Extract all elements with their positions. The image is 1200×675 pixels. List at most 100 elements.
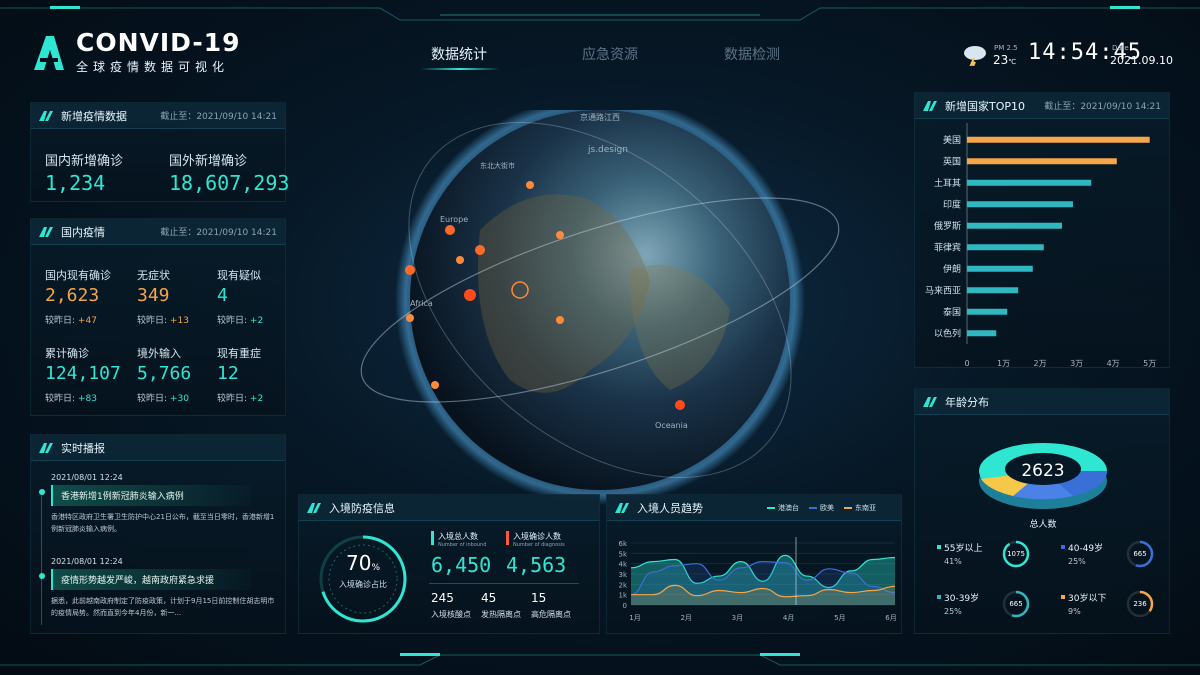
panel-logo-icon bbox=[39, 226, 53, 237]
age-group-label: 30岁以下 bbox=[1068, 594, 1107, 604]
panel-new-cases: 新增疫情数据 截止至：2021/09/10 14:21 国内新增确诊 1,234… bbox=[30, 102, 289, 202]
age-group-pct: 41% bbox=[944, 557, 962, 566]
nav-emergency[interactable]: 应急资源 bbox=[582, 44, 638, 64]
point-label: 发热隔离点 bbox=[481, 610, 521, 619]
logo: CONVID-19 全球疫情数据可视化 bbox=[32, 30, 241, 75]
age-group-value: 1075 bbox=[1007, 550, 1025, 558]
bar-印度[interactable] bbox=[967, 201, 1073, 208]
panel-logo-icon bbox=[39, 442, 53, 453]
x-tick-label: 3月 bbox=[732, 614, 743, 622]
panel-logo-icon bbox=[923, 396, 937, 407]
bar-category-label: 英国 bbox=[943, 155, 961, 167]
panel-title: 实时播报 bbox=[61, 441, 105, 455]
stat-label: 现有疑似 bbox=[217, 269, 261, 282]
bar-category-label: 伊朗 bbox=[943, 263, 961, 275]
pm-label: PM 2.5 bbox=[994, 44, 1018, 52]
y-tick-label: 1k bbox=[618, 592, 627, 600]
stat-delta: 较昨日: +30 bbox=[137, 394, 189, 404]
bar-俄罗斯[interactable] bbox=[967, 222, 1062, 229]
gauge-value-wrap: 70% bbox=[317, 551, 409, 575]
stat-delta: 较昨日: +83 bbox=[45, 394, 97, 404]
age-total-label: 总人数 bbox=[1029, 520, 1057, 530]
bar-英国[interactable] bbox=[967, 158, 1117, 165]
panel-top10: 新增国家TOP10 截止至：2021/09/10 14:21 美国 英国 土耳其 印度… bbox=[914, 92, 1170, 368]
globe-label-1: 京通路江西 bbox=[580, 112, 620, 122]
stat-value: 5,766 bbox=[137, 363, 192, 384]
footer-frame bbox=[0, 653, 1200, 666]
news-dot bbox=[39, 489, 45, 495]
stat-value: 12 bbox=[217, 363, 239, 384]
y-tick-label: 2k bbox=[618, 581, 627, 589]
panel-title: 国内疫情 bbox=[61, 225, 105, 239]
weather-storm-icon bbox=[964, 46, 986, 66]
news-headline[interactable]: 香港新增1例新冠肺炎输入病例 bbox=[51, 485, 251, 506]
stat-delta: 较昨日: +47 bbox=[45, 316, 97, 326]
total-marker bbox=[431, 531, 434, 545]
inbound-confirmed-value: 4,563 bbox=[506, 553, 567, 577]
clock-date: 2021.09.10 bbox=[1110, 54, 1173, 67]
x-tick-label: 6月 bbox=[885, 614, 896, 622]
y-tick-label: 6k bbox=[618, 540, 627, 548]
panel-header: 年龄分布 bbox=[915, 389, 1169, 415]
legend-item-sea[interactable]: 东南亚 bbox=[844, 503, 876, 513]
bar-category-label: 马来西亚 bbox=[925, 285, 961, 296]
stat-value: 124,107 bbox=[45, 363, 121, 384]
age-group-label: 55岁以上 bbox=[944, 544, 983, 554]
age-group-value: 665 bbox=[1009, 600, 1023, 608]
news-time: 2021/08/01 12:24 bbox=[51, 557, 123, 566]
trend-chart: 0 1k 2k 3k 4k 5k 6k 1月 2月 3月 4月 5月 6月 bbox=[618, 537, 897, 622]
bar-category-label: 土耳其 bbox=[934, 177, 961, 189]
bar-土耳其[interactable] bbox=[967, 179, 1092, 186]
panel-trend: 入境人员趋势 港澳台 欧美 东南亚 0 1k 2k 3k 4k 5k 6k 1月 2月 3月 4月 5… bbox=[606, 494, 902, 634]
inbound-confirmed-label: 入境确诊人数 bbox=[513, 532, 561, 541]
bar-category-label: 以色列 bbox=[934, 327, 961, 339]
y-tick-label: 3k bbox=[618, 571, 627, 579]
foreign-new-label: 国外新增确诊 bbox=[169, 154, 248, 169]
legend-item-eu-us[interactable]: 欧美 bbox=[809, 503, 834, 513]
bar-美国[interactable] bbox=[967, 136, 1150, 143]
age-group-value: 665 bbox=[1133, 550, 1147, 558]
bar-菲律宾[interactable] bbox=[967, 244, 1044, 251]
globe-label-4: Europe bbox=[440, 215, 468, 224]
globe-label-6: Oceania bbox=[655, 421, 688, 430]
panel-domestic: 国内疫情 截止至：2021/09/10 14:21 国内现有确诊 2,623 较昨日… bbox=[30, 218, 286, 416]
nav-data-detection[interactable]: 数据检测 bbox=[724, 44, 780, 64]
stat-label: 境外输入 bbox=[137, 347, 181, 360]
age-total-value: 2623 bbox=[1021, 461, 1065, 481]
divider bbox=[429, 583, 579, 584]
age-group-pct: 9% bbox=[1068, 607, 1081, 616]
inbound-total-en: Number of inbound bbox=[438, 542, 487, 548]
inbound-total-label: 入境总人数 bbox=[438, 532, 478, 541]
point-value: 245 bbox=[431, 591, 454, 605]
panel-header: 国内疫情 截止至：2021/09/10 14:21 bbox=[31, 219, 285, 245]
panel-logo-icon bbox=[307, 502, 321, 513]
bar-以色列[interactable] bbox=[967, 330, 997, 337]
panel-header: 新增疫情数据 截止至：2021/09/10 14:21 bbox=[31, 103, 285, 129]
inbound-confirmed-en: Number of diagnosis bbox=[513, 542, 565, 548]
panel-title: 入境防疫信息 bbox=[329, 501, 395, 515]
legend-item-hmt[interactable]: 港澳台 bbox=[767, 503, 799, 513]
age-group-pct: 25% bbox=[1068, 557, 1086, 566]
x-tick-label: 1万 bbox=[997, 359, 1010, 367]
bar-泰国[interactable] bbox=[967, 308, 1008, 315]
news-dot bbox=[39, 573, 45, 579]
bar-马来西亚[interactable] bbox=[967, 287, 1019, 294]
diagnosis-marker bbox=[506, 531, 509, 545]
nav-active-indicator bbox=[420, 68, 500, 70]
inbound-total-value: 6,450 bbox=[431, 553, 492, 577]
top10-chart: 美国英国土耳其印度俄罗斯菲律宾伊朗马来西亚泰国以色列 0 1万 2万 3万 4万 5万 bbox=[925, 123, 1156, 367]
globe-visual: 京通路江西 js.design 东北大街市 Europe Africa Ocea… bbox=[360, 110, 840, 505]
news-headline[interactable]: 疫情形势越发严峻，越南政府紧急求援 bbox=[51, 569, 251, 590]
bar-伊朗[interactable] bbox=[967, 265, 1033, 272]
bar-category-label: 俄罗斯 bbox=[934, 220, 961, 232]
globe-label-3: 东北大街市 bbox=[480, 161, 515, 170]
x-tick-label: 5万 bbox=[1143, 359, 1156, 367]
stat-delta: 较昨日: +13 bbox=[137, 316, 189, 326]
nav-data-stats[interactable]: 数据统计 bbox=[431, 44, 487, 64]
bar-category-label: 印度 bbox=[943, 198, 961, 210]
panel-date: 截止至：2021/09/10 14:21 bbox=[160, 112, 277, 122]
point-label: 入境核酸点 bbox=[431, 610, 471, 619]
y-tick-label: 0 bbox=[623, 602, 627, 610]
panel-entry: 入境防疫信息 70% 入境确诊占比 入境总人数 Number of inboun… bbox=[298, 494, 600, 634]
y-tick-label: 5k bbox=[618, 550, 627, 558]
